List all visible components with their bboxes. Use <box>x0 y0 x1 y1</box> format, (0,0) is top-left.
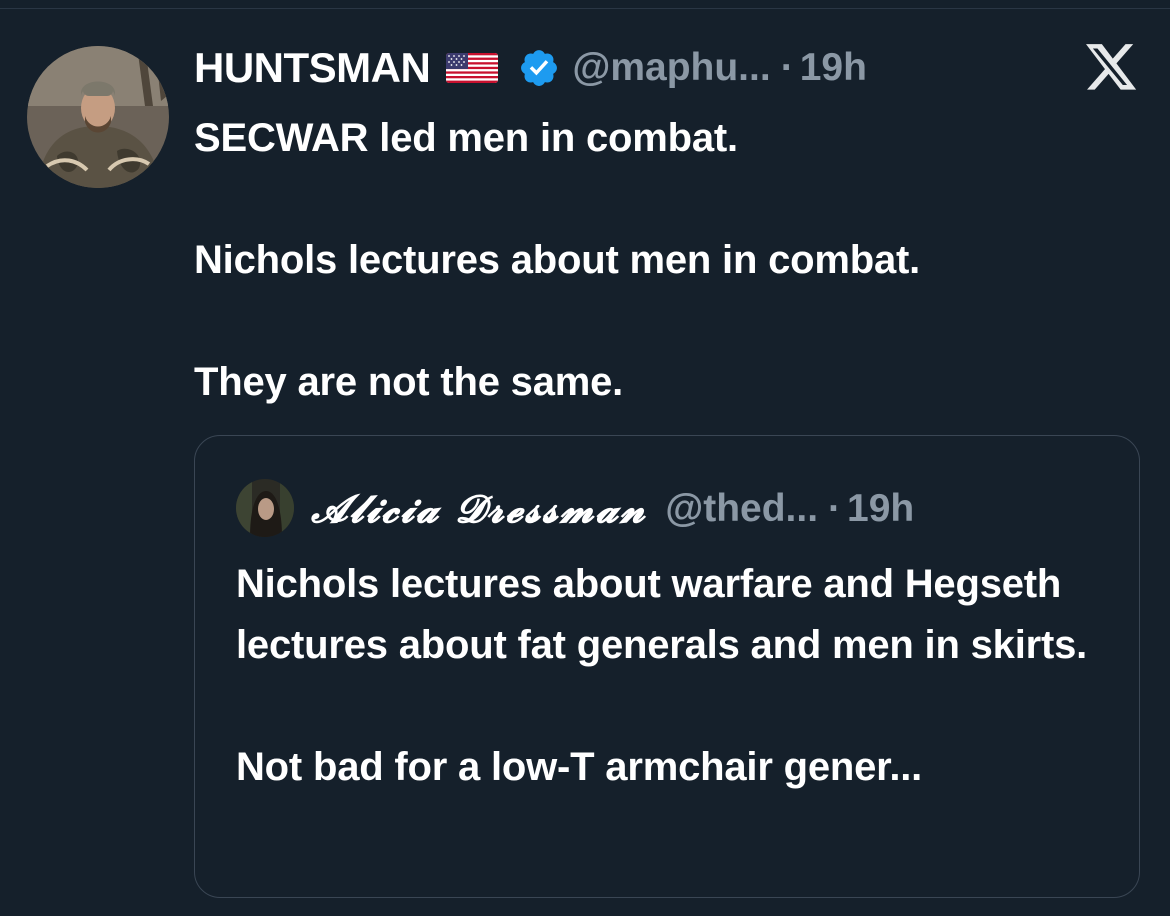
avatar-photo <box>27 46 169 188</box>
author-handle[interactable]: @maphu... <box>572 46 770 90</box>
quoted-post-paragraph: Nichols lectures about warfare and Hegse… <box>236 562 1088 667</box>
post-body: SECWAR led men in combat. Nichols lectur… <box>194 108 1144 413</box>
us-flag-icon <box>446 53 499 83</box>
quoted-post-paragraph: Not bad for a low-T armchair gener... <box>236 745 923 789</box>
quoted-avatar-photo <box>236 479 294 537</box>
quoted-post-header: 𝓐𝓵𝓲𝓬𝓲𝓪 𝓓𝓻𝓮𝓼𝓼𝓶𝓪𝓷 @thed... · 19h <box>311 481 914 537</box>
post-timestamp[interactable]: 19h <box>800 46 867 90</box>
quoted-post-timestamp[interactable]: 19h <box>847 487 914 531</box>
x-logo-icon <box>1086 44 1138 92</box>
separator-dot: · <box>828 487 842 530</box>
post-paragraph: SECWAR led men in combat. <box>194 116 738 160</box>
post-paragraph: Nichols lectures about men in combat. <box>194 238 921 282</box>
separator-dot: · <box>780 46 794 89</box>
quoted-author-name[interactable]: 𝓐𝓵𝓲𝓬𝓲𝓪 𝓓𝓻𝓮𝓼𝓼𝓶𝓪𝓷 <box>311 486 647 532</box>
quoted-post-body: Nichols lectures about warfare and Hegse… <box>236 554 1116 798</box>
quoted-author-avatar[interactable] <box>236 479 294 537</box>
post-header: HUNTSMAN @maphu... · 19h <box>194 40 867 96</box>
top-divider <box>0 8 1170 9</box>
post-paragraph: They are not the same. <box>194 360 624 404</box>
verified-badge-icon <box>518 47 560 89</box>
author-name[interactable]: HUNTSMAN <box>194 44 431 92</box>
quoted-post-card[interactable]: 𝓐𝓵𝓲𝓬𝓲𝓪 𝓓𝓻𝓮𝓼𝓼𝓶𝓪𝓷 @thed... · 19h Nichols l… <box>194 435 1140 898</box>
quoted-author-handle[interactable]: @thed... <box>665 487 818 531</box>
author-avatar[interactable] <box>27 46 169 188</box>
